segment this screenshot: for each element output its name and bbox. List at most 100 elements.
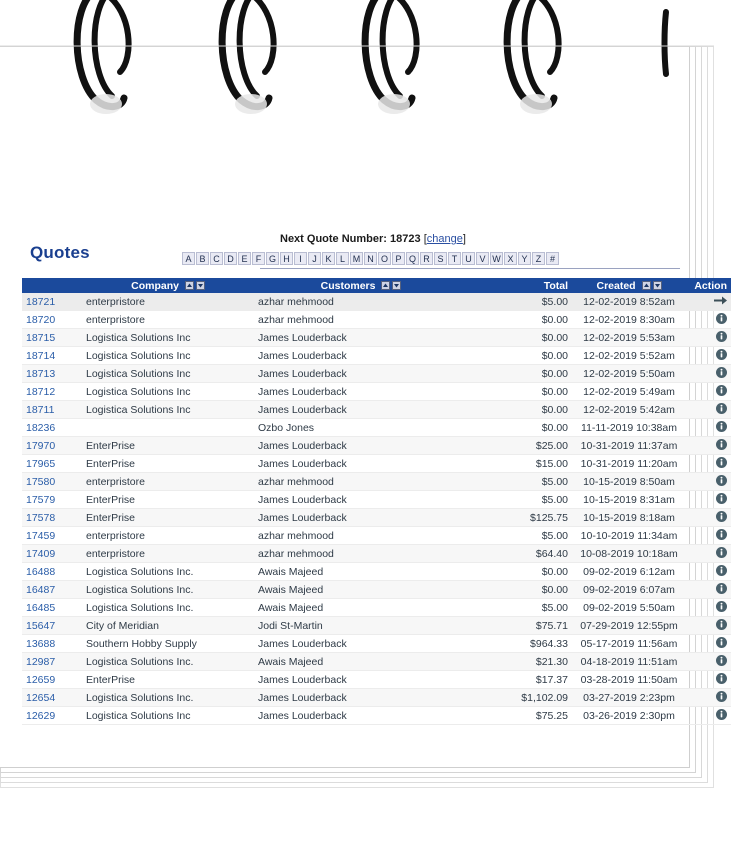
alphabet-filter[interactable]: A B C D E F G H I J K L M N O P Q R S T U V W X Y Z # <box>182 252 559 265</box>
cell-quote-id[interactable]: 15647 <box>22 616 82 635</box>
cell-quote-id[interactable]: 18712 <box>22 382 82 401</box>
column-header-company[interactable]: Company <box>82 278 254 293</box>
alpha-filter-l[interactable]: L <box>336 252 349 265</box>
table-row[interactable]: 17970 EnterPrise James Louderback $25.00 10-… <box>22 436 731 455</box>
cell-quote-id[interactable]: 18236 <box>22 418 82 437</box>
info-icon[interactable] <box>716 600 727 615</box>
table-row[interactable]: 18721 enterpristore azhar mehmood $5.00 12-0… <box>22 293 731 311</box>
sort-asc-created-icon[interactable] <box>641 281 651 291</box>
table-row[interactable]: 16487 Logistica Solutions Inc. Awais Majee… <box>22 580 731 599</box>
quote-id-link[interactable]: 18714 <box>26 350 55 362</box>
quote-id-link[interactable]: 17579 <box>26 494 55 506</box>
cell-action[interactable] <box>686 328 731 347</box>
quote-id-link[interactable]: 18712 <box>26 386 55 398</box>
alpha-filter-w[interactable]: W <box>490 252 503 265</box>
info-icon[interactable] <box>716 636 727 651</box>
cell-action[interactable] <box>686 418 731 437</box>
alpha-filter-m[interactable]: M <box>350 252 363 265</box>
alpha-filter-i[interactable]: I <box>294 252 307 265</box>
cell-quote-id[interactable]: 17579 <box>22 490 82 509</box>
alpha-filter-b[interactable]: B <box>196 252 209 265</box>
alpha-filter-j[interactable]: J <box>308 252 321 265</box>
quote-id-link[interactable]: 17459 <box>26 530 55 542</box>
cell-action[interactable] <box>686 436 731 455</box>
cell-quote-id[interactable]: 17970 <box>22 436 82 455</box>
table-row[interactable]: 18713 Logistica Solutions Inc James Louder… <box>22 364 731 383</box>
info-icon[interactable] <box>716 564 727 579</box>
table-row[interactable]: 18720 enterpristore azhar mehmood $0.00 12-0… <box>22 310 731 329</box>
quote-id-link[interactable]: 18721 <box>26 296 55 308</box>
table-row[interactable]: 15647 City of Meridian Jodi St-Martin $75.7… <box>22 616 731 635</box>
alpha-filter-h[interactable]: H <box>280 252 293 265</box>
quote-id-link[interactable]: 17970 <box>26 440 55 452</box>
cell-quote-id[interactable]: 13688 <box>22 634 82 653</box>
column-header-created[interactable]: Created <box>572 278 686 293</box>
alpha-filter-g[interactable]: G <box>266 252 279 265</box>
info-icon[interactable] <box>716 528 727 543</box>
table-row[interactable]: 13688 Southern Hobby Supply James Louderba… <box>22 634 731 653</box>
table-row[interactable]: 12654 Logistica Solutions Inc. James Loude… <box>22 688 731 707</box>
alpha-filter-f[interactable]: F <box>252 252 265 265</box>
cell-action[interactable] <box>686 346 731 365</box>
cell-quote-id[interactable]: 17578 <box>22 508 82 527</box>
table-row[interactable]: 16485 Logistica Solutions Inc. Awais Majee… <box>22 598 731 617</box>
quote-id-link[interactable]: 18236 <box>26 422 55 434</box>
info-icon[interactable] <box>716 348 727 363</box>
sort-desc-customers-icon[interactable] <box>392 281 402 291</box>
cell-action[interactable] <box>686 670 731 689</box>
alpha-filter-r[interactable]: R <box>420 252 433 265</box>
info-icon[interactable] <box>716 420 727 435</box>
table-row[interactable]: 17579 EnterPrise James Louderback $5.00 10-1… <box>22 490 731 509</box>
cell-action[interactable] <box>686 616 731 635</box>
change-next-quote-link[interactable]: change <box>427 233 463 245</box>
sort-asc-customers-icon[interactable] <box>381 281 391 291</box>
quote-id-link[interactable]: 18720 <box>26 314 55 326</box>
cell-action[interactable] <box>686 490 731 509</box>
cell-action[interactable] <box>686 526 731 545</box>
quote-id-link[interactable]: 15647 <box>26 620 55 632</box>
quote-id-link[interactable]: 12987 <box>26 656 55 668</box>
table-row[interactable]: 17580 enterpristore azhar mehmood $5.00 10-1… <box>22 472 731 491</box>
quote-id-link[interactable]: 18715 <box>26 332 55 344</box>
cell-action[interactable] <box>686 382 731 401</box>
alpha-filter-s[interactable]: S <box>434 252 447 265</box>
sort-controls-created[interactable] <box>641 281 662 291</box>
arrow-right-icon[interactable] <box>714 295 727 309</box>
cell-quote-id[interactable]: 18714 <box>22 346 82 365</box>
table-row[interactable]: 12659 EnterPrise James Louderback $17.37 03-… <box>22 670 731 689</box>
cell-action[interactable] <box>686 400 731 419</box>
info-icon[interactable] <box>716 618 727 633</box>
quote-id-link[interactable]: 18713 <box>26 368 55 380</box>
sort-controls-company[interactable] <box>184 281 205 291</box>
quote-id-link[interactable]: 16485 <box>26 602 55 614</box>
info-icon[interactable] <box>716 654 727 669</box>
cell-quote-id[interactable]: 12659 <box>22 670 82 689</box>
cell-action[interactable] <box>686 598 731 617</box>
alpha-filter-d[interactable]: D <box>224 252 237 265</box>
quote-id-link[interactable]: 17578 <box>26 512 55 524</box>
cell-quote-id[interactable]: 16488 <box>22 562 82 581</box>
info-icon[interactable] <box>716 672 727 687</box>
quote-id-link[interactable]: 18711 <box>26 404 54 416</box>
info-icon[interactable] <box>716 384 727 399</box>
column-header-customers[interactable]: Customers <box>254 278 468 293</box>
cell-quote-id[interactable]: 18721 <box>22 293 82 311</box>
table-row[interactable]: 18712 Logistica Solutions Inc James Louder… <box>22 382 731 401</box>
table-row[interactable]: 12987 Logistica Solutions Inc. Awais Majee… <box>22 652 731 671</box>
cell-action[interactable] <box>686 580 731 599</box>
sort-desc-company-icon[interactable] <box>195 281 205 291</box>
info-icon[interactable] <box>716 366 727 381</box>
info-icon[interactable] <box>716 438 727 453</box>
alpha-filter-y[interactable]: Y <box>518 252 531 265</box>
table-row[interactable]: 17578 EnterPrise James Louderback $125.75 10… <box>22 508 731 527</box>
table-row[interactable]: 17409 enterpristore azhar mehmood $64.40 10-… <box>22 544 731 563</box>
cell-quote-id[interactable]: 12987 <box>22 652 82 671</box>
table-row[interactable]: 17965 EnterPrise James Louderback $15.00 10-… <box>22 454 731 473</box>
alpha-filter-p[interactable]: P <box>392 252 405 265</box>
cell-quote-id[interactable]: 12629 <box>22 706 82 725</box>
cell-quote-id[interactable]: 18715 <box>22 328 82 347</box>
info-icon[interactable] <box>716 312 727 327</box>
cell-action[interactable] <box>686 706 731 725</box>
alpha-filter-q[interactable]: Q <box>406 252 419 265</box>
quote-id-link[interactable]: 17965 <box>26 458 55 470</box>
